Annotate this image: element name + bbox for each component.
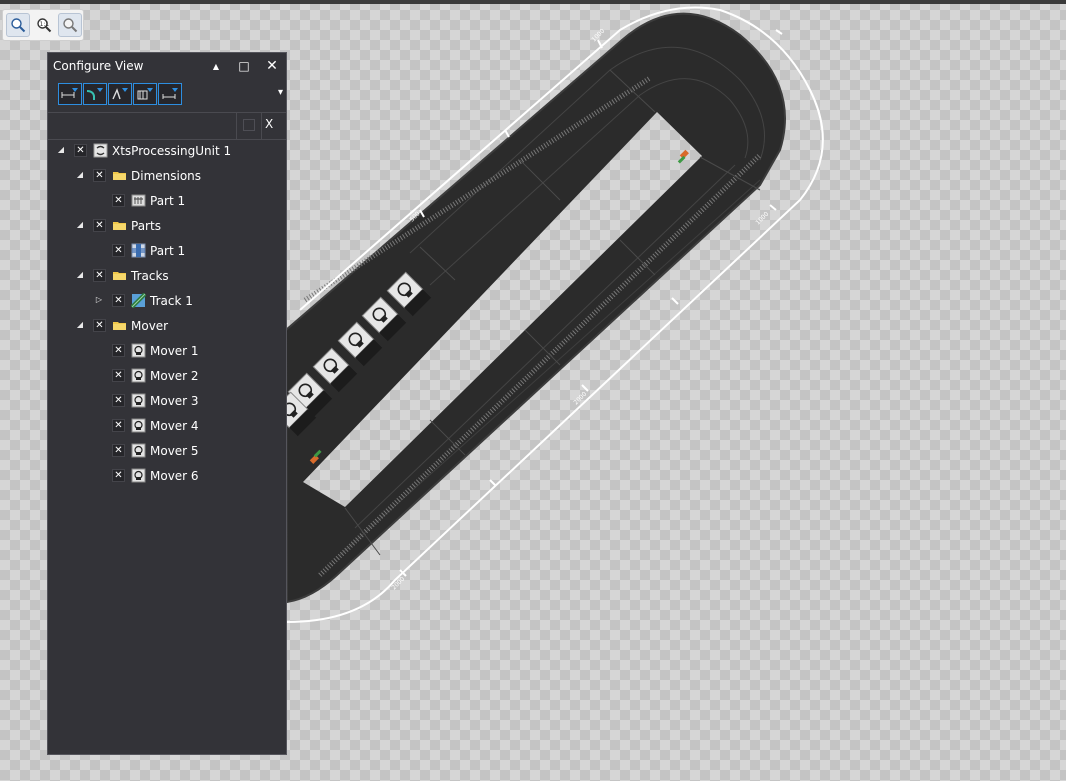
- tree-item-label: Part 1: [150, 244, 186, 258]
- tree-item-mover-2[interactable]: ✕ Mover 2: [48, 364, 286, 389]
- folder-icon: [112, 318, 127, 333]
- zoom-fit-icon[interactable]: 1:1: [32, 13, 56, 37]
- visibility-checkbox[interactable]: ✕: [112, 244, 125, 257]
- toolbar-overflow-icon[interactable]: ▾: [278, 87, 283, 98]
- tree-item-label: Mover 5: [150, 444, 199, 458]
- panel-title: Configure View: [53, 59, 144, 73]
- close-icon[interactable]: ✕: [258, 53, 286, 79]
- visibility-checkbox[interactable]: ✕: [112, 419, 125, 432]
- tree-item-label: Mover 1: [150, 344, 199, 358]
- dimension-icon: [131, 193, 146, 208]
- filter-parts-icon[interactable]: [108, 83, 132, 105]
- dimension-label-bottom: 2000: [390, 576, 406, 592]
- tree-item-mover[interactable]: ◢ ✕ Mover: [48, 314, 286, 339]
- visibility-checkbox[interactable]: ✕: [93, 269, 106, 282]
- visibility-checkbox[interactable]: ✕: [112, 469, 125, 482]
- visibility-checkbox[interactable]: ✕: [93, 219, 106, 232]
- filter-row: X: [48, 112, 286, 140]
- tree-item-label: Track 1: [150, 294, 193, 308]
- part-icon: [131, 243, 146, 258]
- tree-item-label: Mover 4: [150, 419, 199, 433]
- filter-separator-2: [261, 113, 262, 139]
- tree-item-parts[interactable]: ◢ ✕ Parts: [48, 214, 286, 239]
- visibility-checkbox[interactable]: ✕: [112, 444, 125, 457]
- filter-clear-button[interactable]: X: [265, 117, 273, 131]
- zoom-icon[interactable]: [6, 13, 30, 37]
- tree-item-mover-4[interactable]: ✕ Mover 4: [48, 414, 286, 439]
- visibility-checkbox[interactable]: ✕: [93, 169, 106, 182]
- filter-track-icon[interactable]: [83, 83, 107, 105]
- tree-item-part-1[interactable]: ✕ Part 1: [48, 189, 286, 214]
- visibility-checkbox[interactable]: ✕: [112, 294, 125, 307]
- visibility-checkbox[interactable]: ✕: [93, 319, 106, 332]
- visibility-checkbox[interactable]: ✕: [74, 144, 87, 157]
- collapse-arrow-icon[interactable]: ◢: [75, 270, 85, 280]
- filter-dimensions-icon[interactable]: [58, 83, 82, 105]
- filter-separator: [236, 113, 237, 139]
- svg-text:1:1: 1:1: [40, 21, 50, 28]
- mover-icon: [131, 393, 146, 408]
- mover-icon: [131, 368, 146, 383]
- mover-icon: [131, 468, 146, 483]
- tree-item-part-1[interactable]: ✕ Part 1: [48, 239, 286, 264]
- visibility-checkbox[interactable]: ✕: [112, 394, 125, 407]
- xts-track[interactable]: [284, 12, 786, 604]
- folder-icon: [112, 268, 127, 283]
- tree-item-label: Tracks: [131, 269, 169, 283]
- tree-item-label: Parts: [131, 219, 161, 233]
- visibility-checkbox[interactable]: ✕: [112, 194, 125, 207]
- tree-item-mover-5[interactable]: ✕ Mover 5: [48, 439, 286, 464]
- zoom-toolbar: 1:1: [2, 9, 84, 41]
- filter-mover-icon[interactable]: [133, 83, 157, 105]
- configure-view-panel: Configure View ▲ □ ✕ ▾ X ◢ ✕ XtsProcessing…: [47, 52, 287, 755]
- tree-item-label: Mover 3: [150, 394, 199, 408]
- collapse-arrow-icon[interactable]: ◢: [75, 220, 85, 230]
- expand-arrow-icon[interactable]: ▷: [94, 295, 104, 305]
- tree-item-tracks[interactable]: ◢ ✕ Tracks: [48, 264, 286, 289]
- mover-icon: [131, 343, 146, 358]
- tree-item-label: Part 1: [150, 194, 186, 208]
- collapse-arrow-icon[interactable]: ◢: [56, 145, 66, 155]
- visibility-checkbox[interactable]: ✕: [112, 369, 125, 382]
- filter-measure-icon[interactable]: [158, 83, 182, 105]
- zoom-reset-icon[interactable]: [58, 13, 82, 37]
- tree-item-mover-3[interactable]: ✕ Mover 3: [48, 389, 286, 414]
- tree-item-label: Dimensions: [131, 169, 202, 183]
- processing-unit-icon: [93, 143, 108, 158]
- collapse-arrow-icon[interactable]: ◢: [75, 170, 85, 180]
- tree-item-xtsprocessingunit-1[interactable]: ◢ ✕ XtsProcessingUnit 1: [48, 139, 286, 164]
- tree-item-mover-1[interactable]: ✕ Mover 1: [48, 339, 286, 364]
- track-icon: [130, 292, 147, 309]
- tree-item-label: XtsProcessingUnit 1: [112, 144, 232, 158]
- tree-item-label: Mover 2: [150, 369, 199, 383]
- dimension-label-right-top: 1000: [754, 211, 770, 227]
- folder-icon: [112, 168, 127, 183]
- configure-tree: ◢ ✕ XtsProcessingUnit 1 ◢ ✕ Dimensions ✕ Part 1…: [48, 139, 286, 489]
- maximize-icon[interactable]: □: [230, 53, 258, 79]
- filter-checkbox[interactable]: [243, 119, 255, 131]
- tree-item-label: Mover: [131, 319, 169, 333]
- folder-icon: [112, 218, 127, 233]
- tree-item-mover-6[interactable]: ✕ Mover 6: [48, 464, 286, 489]
- collapse-arrow-icon[interactable]: ◢: [75, 320, 85, 330]
- dimension-label-right-mid: 2000: [572, 391, 588, 407]
- tree-item-dimensions[interactable]: ◢ ✕ Dimensions: [48, 164, 286, 189]
- mover-icon: [131, 418, 146, 433]
- panel-titlebar: Configure View ▲ □ ✕: [48, 53, 286, 79]
- collapse-icon[interactable]: ▲: [202, 53, 230, 79]
- mover-icon: [131, 443, 146, 458]
- tree-item-track-1[interactable]: ▷ ✕ Track 1: [48, 289, 286, 314]
- visibility-checkbox[interactable]: ✕: [112, 344, 125, 357]
- tree-item-label: Mover 6: [150, 469, 199, 483]
- filter-toolbar: ▾: [48, 79, 286, 109]
